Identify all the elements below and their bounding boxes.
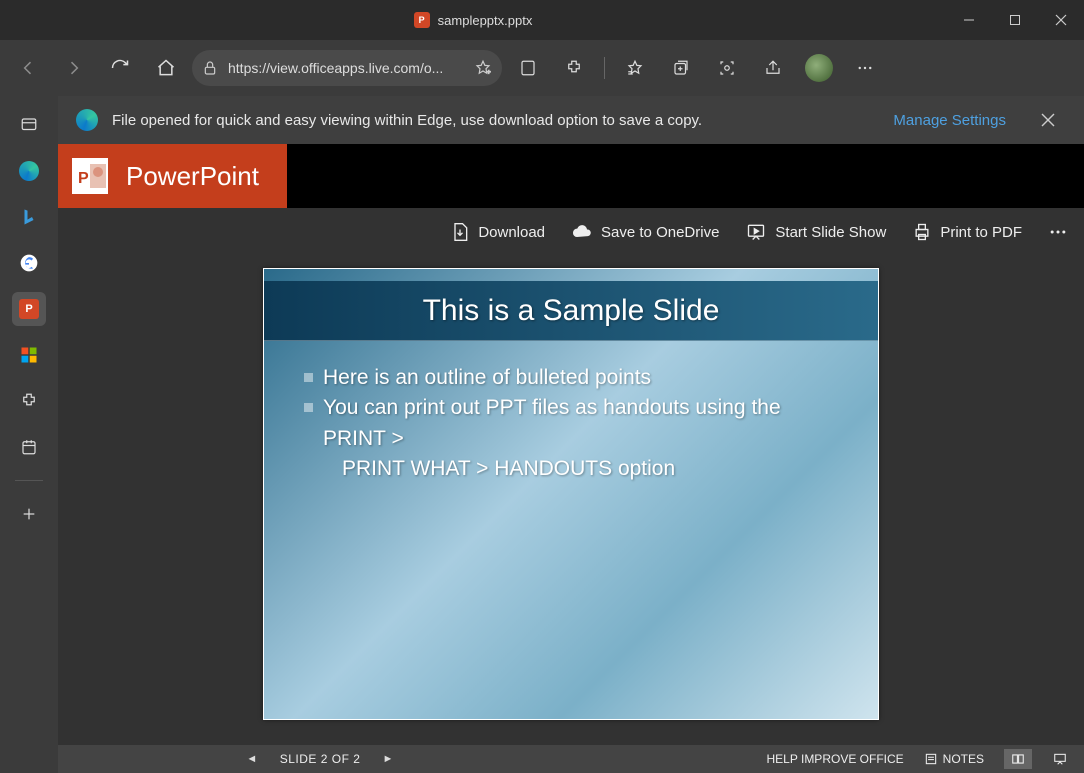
save-onedrive-button[interactable]: Save to OneDrive — [571, 222, 719, 242]
print-pdf-button[interactable]: Print to PDF — [912, 222, 1022, 242]
notes-label: NOTES — [943, 752, 984, 766]
help-improve-link[interactable]: HELP IMPROVE OFFICE — [767, 752, 904, 766]
status-bar: ◄ SLIDE 2 OF 2 ► HELP IMPROVE OFFICE NOT… — [58, 745, 1084, 773]
print-icon — [912, 222, 932, 242]
powerpoint-header: P PowerPoint — [58, 144, 1084, 208]
back-button[interactable] — [8, 48, 48, 88]
slide-viewport[interactable]: This is a Sample Slide Here is an outlin… — [58, 256, 1084, 745]
minimize-button[interactable] — [946, 0, 992, 40]
manage-settings-link[interactable]: Manage Settings — [893, 112, 1006, 129]
info-bar: File opened for quick and easy viewing w… — [58, 96, 1084, 144]
reading-view-button[interactable] — [1004, 749, 1032, 769]
content-area: File opened for quick and easy viewing w… — [58, 96, 1084, 773]
notes-button[interactable]: NOTES — [918, 749, 990, 769]
document-action-bar: Download Save to OneDrive Start Slide Sh… — [58, 208, 1084, 256]
slide-count-label: SLIDE 2 OF 2 — [280, 752, 361, 766]
vertical-tabs-bar: P — [0, 96, 58, 773]
tab-google[interactable] — [12, 246, 46, 280]
browser-toolbar: https://view.officeapps.live.com/o... + — [0, 40, 1084, 96]
print-label: Print to PDF — [940, 224, 1022, 241]
start-slideshow-button[interactable]: Start Slide Show — [745, 222, 886, 242]
address-bar[interactable]: https://view.officeapps.live.com/o... + — [192, 50, 502, 86]
maximize-button[interactable] — [992, 0, 1038, 40]
lock-icon — [202, 60, 218, 76]
sidebar-extensions-icon[interactable] — [12, 384, 46, 418]
cloud-icon — [571, 222, 593, 242]
toolbar-separator — [604, 57, 605, 79]
slide-title: This is a Sample Slide — [423, 294, 720, 328]
slide-bullet-2: You can print out PPT files as handouts … — [323, 393, 781, 423]
more-actions-button[interactable] — [1048, 222, 1068, 242]
edge-icon — [76, 109, 98, 131]
download-button[interactable]: Download — [450, 222, 545, 242]
svg-text:+: + — [487, 69, 491, 76]
web-capture-icon[interactable] — [707, 48, 747, 88]
tab-bing[interactable] — [12, 200, 46, 234]
slide-line-4: PRINT WHAT > HANDOUTS option — [304, 454, 848, 484]
extensions-icon[interactable] — [554, 48, 594, 88]
slideshow-view-button[interactable] — [1046, 749, 1074, 769]
powerpoint-favicon: P — [414, 12, 430, 28]
slideshow-icon — [745, 222, 767, 242]
tab-actions-icon[interactable] — [12, 108, 46, 142]
sidebar-separator — [15, 480, 43, 481]
office-app-icon[interactable] — [508, 48, 548, 88]
refresh-button[interactable] — [100, 48, 140, 88]
next-slide-button[interactable]: ► — [382, 753, 393, 765]
download-label: Download — [478, 224, 545, 241]
url-text: https://view.officeapps.live.com/o... — [228, 60, 464, 76]
info-bar-text: File opened for quick and easy viewing w… — [112, 112, 702, 129]
slide-line-3: PRINT > — [304, 424, 848, 454]
prev-slide-button[interactable]: ◄ — [246, 753, 257, 765]
powerpoint-logo-icon: P — [72, 158, 108, 194]
collections-icon[interactable] — [661, 48, 701, 88]
home-button[interactable] — [146, 48, 186, 88]
share-icon[interactable] — [753, 48, 793, 88]
window-title: samplepptx.pptx — [438, 13, 533, 28]
powerpoint-brand-text: PowerPoint — [126, 161, 259, 192]
profile-avatar[interactable] — [799, 48, 839, 88]
tab-powerpoint[interactable]: P — [12, 292, 46, 326]
tab-microsoft[interactable] — [12, 338, 46, 372]
slideshow-label: Start Slide Show — [775, 224, 886, 241]
download-icon — [450, 222, 470, 242]
new-tab-button[interactable] — [12, 497, 46, 531]
window-titlebar: P samplepptx.pptx — [0, 0, 1084, 40]
powerpoint-brand: P PowerPoint — [58, 144, 287, 208]
onedrive-label: Save to OneDrive — [601, 224, 719, 241]
forward-button[interactable] — [54, 48, 94, 88]
sidebar-history-icon[interactable] — [12, 430, 46, 464]
info-bar-close[interactable] — [1030, 113, 1066, 127]
svg-text:P: P — [78, 170, 89, 187]
favorite-icon[interactable]: + — [474, 59, 492, 77]
favorites-icon[interactable] — [615, 48, 655, 88]
close-button[interactable] — [1038, 0, 1084, 40]
more-button[interactable] — [845, 48, 885, 88]
notes-icon — [924, 752, 938, 766]
slide-bullet-1: Here is an outline of bulleted points — [323, 363, 651, 393]
tab-edge[interactable] — [12, 154, 46, 188]
slide: This is a Sample Slide Here is an outlin… — [263, 268, 879, 720]
